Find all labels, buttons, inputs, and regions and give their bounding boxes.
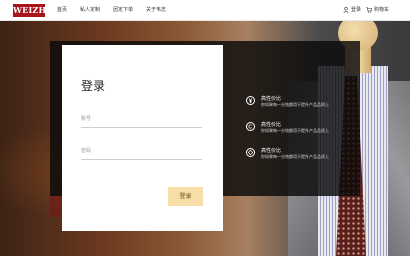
feature-item: 高性价比 你如果每一分钱都用于提升产品品质上 (246, 95, 356, 113)
nav-item-custom[interactable]: 私人定制 (80, 0, 100, 21)
password-input[interactable] (81, 147, 202, 157)
user-icon (343, 6, 349, 13)
feature-title: 高性价比 (261, 122, 282, 128)
feature-title: 高性价比 (261, 148, 282, 154)
login-button[interactable]: 登录 (168, 187, 203, 206)
nav-item-about[interactable]: 关于韦志 (146, 0, 166, 21)
feature-desc: 你如果每一分钱都用于提升产品品质上 (261, 154, 329, 159)
account-input[interactable] (81, 115, 202, 125)
account-underline (81, 127, 202, 128)
yen-circle-icon (246, 96, 255, 105)
nav-item-home[interactable]: 首页 (57, 0, 67, 21)
password-underline (81, 159, 202, 160)
copyright-circle-icon (246, 122, 255, 131)
cart-link-label: 购物车 (374, 7, 390, 13)
diamond-circle-icon (246, 148, 255, 157)
feature-item: 高性价比 你如果每一分钱都用于提升产品品质上 (246, 147, 356, 165)
cart-link[interactable]: 购物车 (366, 0, 389, 21)
nav-item-group-order[interactable]: 团定下单 (113, 0, 133, 21)
feature-item: 高性价比 你如果每一分钱都用于提升产品品质上 (246, 121, 356, 139)
login-link[interactable]: 登录 (343, 0, 361, 21)
feature-desc: 你如果每一分钱都用于提升产品品质上 (261, 128, 329, 133)
panel-accent (50, 196, 62, 217)
feature-desc: 你如果每一分钱都用于提升产品品质上 (261, 102, 329, 107)
login-card: 登录 账号 密码 登录 (62, 45, 223, 231)
cart-icon (366, 6, 373, 13)
top-navbar: WEIZHI 首页 私人定制 团定下单 关于韦志 登录 购物车 (0, 0, 410, 21)
login-title: 登录 (81, 79, 106, 93)
brand-logo[interactable]: WEIZHI (13, 4, 50, 17)
feature-title: 高性价比 (261, 96, 282, 102)
login-link-label: 登录 (351, 7, 362, 13)
